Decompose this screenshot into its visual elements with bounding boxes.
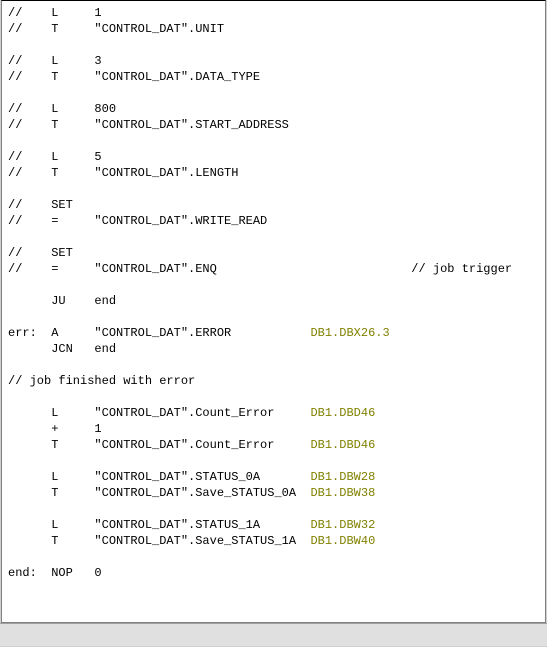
code-line: // T "CONTROL_DAT".LENGTH — [2, 165, 545, 181]
code-line: T "CONTROL_DAT".Count_Error DB1.DBD46 — [2, 437, 545, 453]
code-line: // job finished with error — [2, 373, 545, 389]
code-line: L "CONTROL_DAT".STATUS_0A DB1.DBW28 — [2, 469, 545, 485]
window-body: // L 1 // T "CONTROL_DAT".UNIT // L 3 //… — [0, 0, 547, 647]
db-address: DB1.DBD46 — [310, 406, 375, 420]
code-line: T "CONTROL_DAT".Save_STATUS_1A DB1.DBW40 — [2, 533, 545, 549]
code-line: // = "CONTROL_DAT".WRITE_READ — [2, 213, 545, 229]
code-line: err: A "CONTROL_DAT".ERROR DB1.DBX26.3 — [2, 325, 545, 341]
code-line: // SET — [2, 197, 545, 213]
status-strip — [0, 623, 547, 646]
code-line: // L 3 — [2, 53, 545, 69]
code-line: // = "CONTROL_DAT".ENQ // job trigger — [2, 261, 545, 277]
code-line: end: NOP 0 — [2, 565, 545, 581]
code-line — [2, 549, 545, 565]
db-address: DB1.DBX26.3 — [310, 326, 389, 340]
inline-comment: // job trigger — [411, 262, 512, 276]
code-line — [2, 357, 545, 373]
code-line: + 1 — [2, 421, 545, 437]
code-line — [2, 229, 545, 245]
db-address: DB1.DBW38 — [310, 486, 375, 500]
code-line — [2, 133, 545, 149]
code-editor-panel[interactable]: // L 1 // T "CONTROL_DAT".UNIT // L 3 //… — [1, 0, 546, 623]
db-address: DB1.DBW40 — [310, 534, 375, 548]
code-line: // L 800 — [2, 101, 545, 117]
code-line — [2, 453, 545, 469]
code-line: // L 5 — [2, 149, 545, 165]
code-line: JU end — [2, 293, 545, 309]
db-address: DB1.DBD46 — [310, 438, 375, 452]
db-address: DB1.DBW32 — [310, 518, 375, 532]
code-line: // SET — [2, 245, 545, 261]
code-content: // L 1 // T "CONTROL_DAT".UNIT // L 3 //… — [2, 5, 545, 581]
code-line — [2, 181, 545, 197]
code-line: // T "CONTROL_DAT".START_ADDRESS — [2, 117, 545, 133]
code-line: // L 1 — [2, 5, 545, 21]
code-line: // T "CONTROL_DAT".UNIT — [2, 21, 545, 37]
code-line — [2, 85, 545, 101]
code-line — [2, 389, 545, 405]
code-line: L "CONTROL_DAT".Count_Error DB1.DBD46 — [2, 405, 545, 421]
code-line: // T "CONTROL_DAT".DATA_TYPE — [2, 69, 545, 85]
code-line — [2, 277, 545, 293]
code-line — [2, 501, 545, 517]
code-line: JCN end — [2, 341, 545, 357]
code-line — [2, 37, 545, 53]
code-line: T "CONTROL_DAT".Save_STATUS_0A DB1.DBW38 — [2, 485, 545, 501]
code-line — [2, 309, 545, 325]
code-line: L "CONTROL_DAT".STATUS_1A DB1.DBW32 — [2, 517, 545, 533]
db-address: DB1.DBW28 — [310, 470, 375, 484]
